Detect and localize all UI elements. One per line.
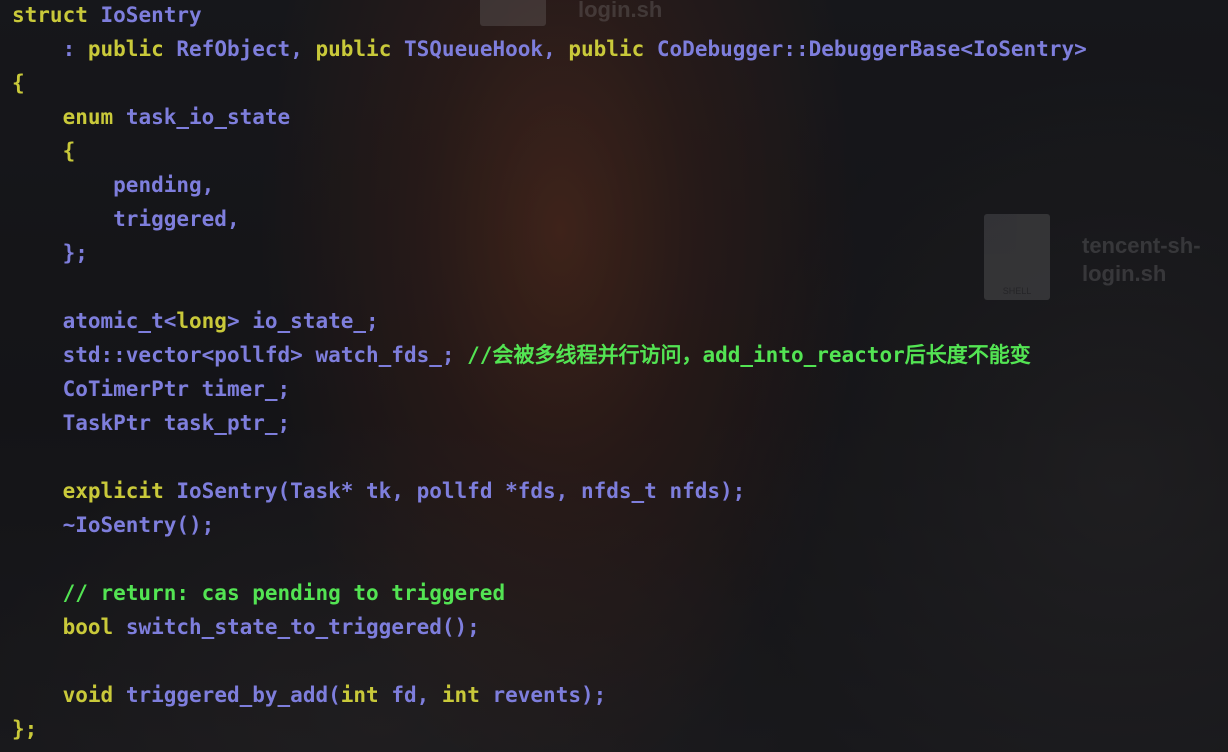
code-identifier: switch_state_to_triggered(); bbox=[125, 615, 480, 639]
code-identifier: task_io_state bbox=[125, 105, 291, 129]
code-keyword: { bbox=[62, 139, 76, 163]
code-line: }; bbox=[12, 712, 1087, 746]
code-identifier: triggered_by_add( bbox=[125, 683, 341, 707]
code-keyword: enum bbox=[62, 105, 114, 129]
code-identifier: RefObject bbox=[176, 37, 291, 61]
code-line: struct IoSentry bbox=[12, 0, 1087, 32]
code-punctuation: , bbox=[290, 37, 316, 61]
code-keyword: }; bbox=[12, 717, 38, 741]
code-keyword: public bbox=[87, 37, 164, 61]
code-identifier: TaskPtr task_ptr_; bbox=[62, 411, 291, 435]
code-line: TaskPtr task_ptr_; bbox=[12, 406, 1087, 440]
code-line: bool switch_state_to_triggered(); bbox=[12, 610, 1087, 644]
code-line: pending, bbox=[12, 168, 1087, 202]
code-line: : public RefObject, public TSQueueHook, … bbox=[12, 32, 1087, 66]
code-line: CoTimerPtr timer_; bbox=[12, 372, 1087, 406]
code-line: atomic_t<long> io_state_; bbox=[12, 304, 1087, 338]
code-line: // return: cas pending to triggered bbox=[12, 576, 1087, 610]
code-identifier: atomic_t< bbox=[62, 309, 177, 333]
code-keyword: bool bbox=[62, 615, 114, 639]
terminal-window[interactable]: struct IoSentry : public RefObject, publ… bbox=[0, 0, 1228, 752]
code-line: { bbox=[12, 134, 1087, 168]
code-line: std::vector<pollfd> watch_fds_; //会被多线程并… bbox=[12, 338, 1087, 372]
code-identifier: triggered, bbox=[113, 207, 240, 231]
code-line: { bbox=[12, 66, 1087, 100]
code-keyword: int bbox=[340, 683, 379, 707]
code-line: }; bbox=[12, 236, 1087, 270]
code-keyword: long bbox=[176, 309, 227, 333]
code-identifier: pending, bbox=[113, 173, 215, 197]
code-keyword: void bbox=[62, 683, 114, 707]
code-line: ~IoSentry(); bbox=[12, 508, 1087, 542]
code-identifier: > io_state_; bbox=[226, 309, 379, 333]
code-keyword: public bbox=[315, 37, 392, 61]
code-keyword: { bbox=[12, 71, 25, 95]
code-line: explicit IoSentry(Task* tk, pollfd *fds,… bbox=[12, 474, 1087, 508]
code-comment: //会被多线程并行访问，add_into_reactor后长度不能变 bbox=[467, 343, 1031, 367]
code-identifier: IoSentry bbox=[100, 3, 202, 27]
code-punctuation: , bbox=[543, 37, 569, 61]
code-identifier: CoDebugger::DebuggerBase<IoSentry> bbox=[656, 37, 1087, 61]
code-keyword: int bbox=[441, 683, 480, 707]
code-identifier: ~IoSentry(); bbox=[62, 513, 215, 537]
code-line: triggered, bbox=[12, 202, 1087, 236]
code-keyword: explicit bbox=[62, 479, 164, 503]
code-line: void triggered_by_add(int fd, int revent… bbox=[12, 678, 1087, 712]
code-keyword: struct bbox=[12, 3, 88, 27]
code-identifier: std::vector<pollfd> watch_fds_; bbox=[62, 343, 468, 367]
code-identifier: TSQueueHook bbox=[404, 37, 544, 61]
code-identifier: IoSentry(Task* tk, pollfd *fds, nfds_t n… bbox=[176, 479, 746, 503]
code-identifier: fd, bbox=[378, 683, 442, 707]
code-punctuation: : bbox=[62, 37, 88, 61]
code-view: struct IoSentry : public RefObject, publ… bbox=[12, 0, 1087, 746]
code-comment: // return: cas pending to triggered bbox=[62, 581, 506, 605]
code-identifier: revents); bbox=[479, 683, 607, 707]
code-identifier: CoTimerPtr timer_; bbox=[62, 377, 291, 401]
code-line: enum task_io_state bbox=[12, 100, 1087, 134]
code-identifier: }; bbox=[62, 241, 88, 265]
code-keyword: public bbox=[568, 37, 645, 61]
